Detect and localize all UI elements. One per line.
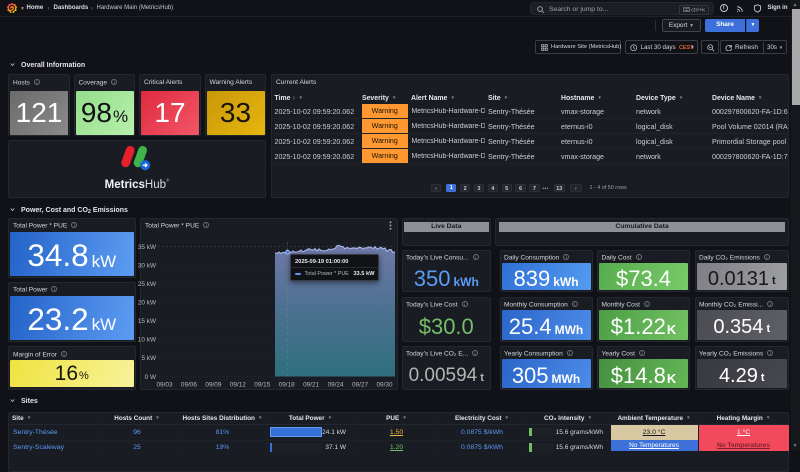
svg-text:09/18: 09/18: [278, 381, 294, 388]
svg-text:25 kW: 25 kW: [137, 280, 156, 287]
svg-text:09/03: 09/03: [156, 381, 172, 388]
svg-text:10 kW: 10 kW: [137, 336, 156, 343]
svg-text:30 kW: 30 kW: [137, 262, 156, 269]
svg-text:09/30: 09/30: [376, 381, 392, 388]
svg-text:09/12: 09/12: [229, 381, 245, 388]
svg-text:20 kW: 20 kW: [137, 299, 156, 306]
svg-text:0 W: 0 W: [144, 373, 156, 380]
svg-text:5 kW: 5 kW: [141, 355, 157, 362]
svg-text:35 kW: 35 kW: [137, 243, 156, 250]
svg-text:09/27: 09/27: [352, 381, 368, 388]
svg-text:09/09: 09/09: [205, 381, 221, 388]
svg-text:09/15: 09/15: [254, 381, 270, 388]
svg-text:09/21: 09/21: [303, 381, 319, 388]
svg-text:09/06: 09/06: [180, 381, 196, 388]
svg-text:15 kW: 15 kW: [137, 318, 156, 325]
svg-text:09/24: 09/24: [327, 381, 343, 388]
